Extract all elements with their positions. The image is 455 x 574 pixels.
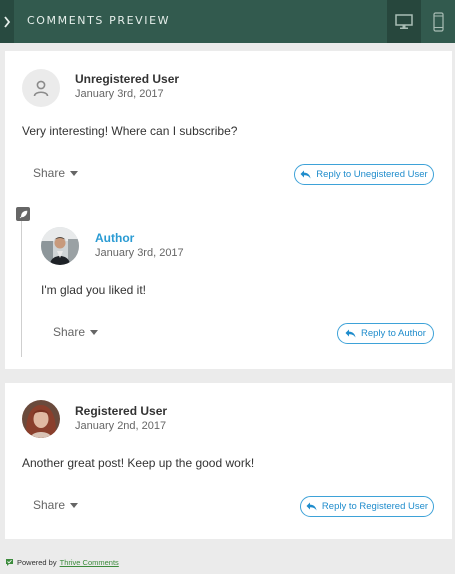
reply-button[interactable]: Reply to Unegistered User	[294, 164, 434, 185]
desktop-icon	[395, 13, 413, 29]
author-photo	[41, 227, 79, 265]
preview-header: COMMENTS PREVIEW	[0, 0, 455, 43]
thrive-comments-link[interactable]: Thrive Comments	[60, 558, 119, 567]
powered-by-label: Powered by	[17, 558, 57, 567]
comment-text: I'm glad you liked it!	[41, 283, 147, 297]
share-button[interactable]: Share	[33, 166, 79, 180]
anonymous-user-icon	[33, 80, 49, 96]
comment-author: Registered User	[75, 404, 168, 418]
comment-text: Another great post! Keep up the good wor…	[22, 456, 255, 470]
reply-label: Reply to Registered User	[321, 501, 429, 512]
caret-down-icon	[70, 503, 79, 508]
reply-thread-line	[21, 214, 22, 357]
registered-user-photo	[22, 400, 60, 438]
caret-down-icon	[70, 171, 79, 176]
share-label: Share	[33, 166, 66, 180]
caret-down-icon	[90, 330, 99, 335]
comment-thread-card: Unregistered User January 3rd, 2017 Very…	[5, 51, 452, 369]
footer: Powered by Thrive Comments	[5, 558, 119, 567]
desktop-view-button[interactable]	[387, 0, 421, 43]
chevron-right-icon	[4, 15, 11, 28]
chat-bubble-icon	[6, 559, 13, 566]
share-button[interactable]: Share	[53, 325, 99, 339]
avatar	[22, 69, 60, 107]
avatar	[41, 227, 79, 265]
mobile-view-button[interactable]	[421, 0, 455, 43]
comment-date: January 3rd, 2017	[95, 247, 184, 259]
comment-author: Unregistered User	[75, 72, 180, 86]
share-button[interactable]: Share	[33, 498, 79, 512]
feather-icon	[19, 210, 27, 218]
comment-date: January 2nd, 2017	[75, 420, 167, 432]
reply-label: Reply to Unegistered User	[316, 169, 428, 180]
collapse-button[interactable]	[0, 0, 14, 43]
reply-button[interactable]: Reply to Author	[337, 323, 434, 344]
comment-date: January 3rd, 2017	[75, 88, 164, 100]
avatar	[22, 400, 60, 438]
reply-icon	[345, 329, 356, 338]
comment-card: Registered User January 2nd, 2017 Anothe…	[5, 383, 452, 539]
reply-icon	[300, 170, 311, 179]
share-label: Share	[53, 325, 86, 339]
mobile-icon	[432, 11, 444, 32]
header-title: COMMENTS PREVIEW	[27, 14, 171, 27]
author-badge	[16, 207, 30, 221]
comment-text: Very interesting! Where can I subscribe?	[22, 124, 238, 138]
comment-author: Author	[95, 231, 135, 245]
share-label: Share	[33, 498, 66, 512]
reply-icon	[306, 502, 317, 511]
reply-label: Reply to Author	[361, 328, 426, 339]
reply-button[interactable]: Reply to Registered User	[300, 496, 434, 517]
